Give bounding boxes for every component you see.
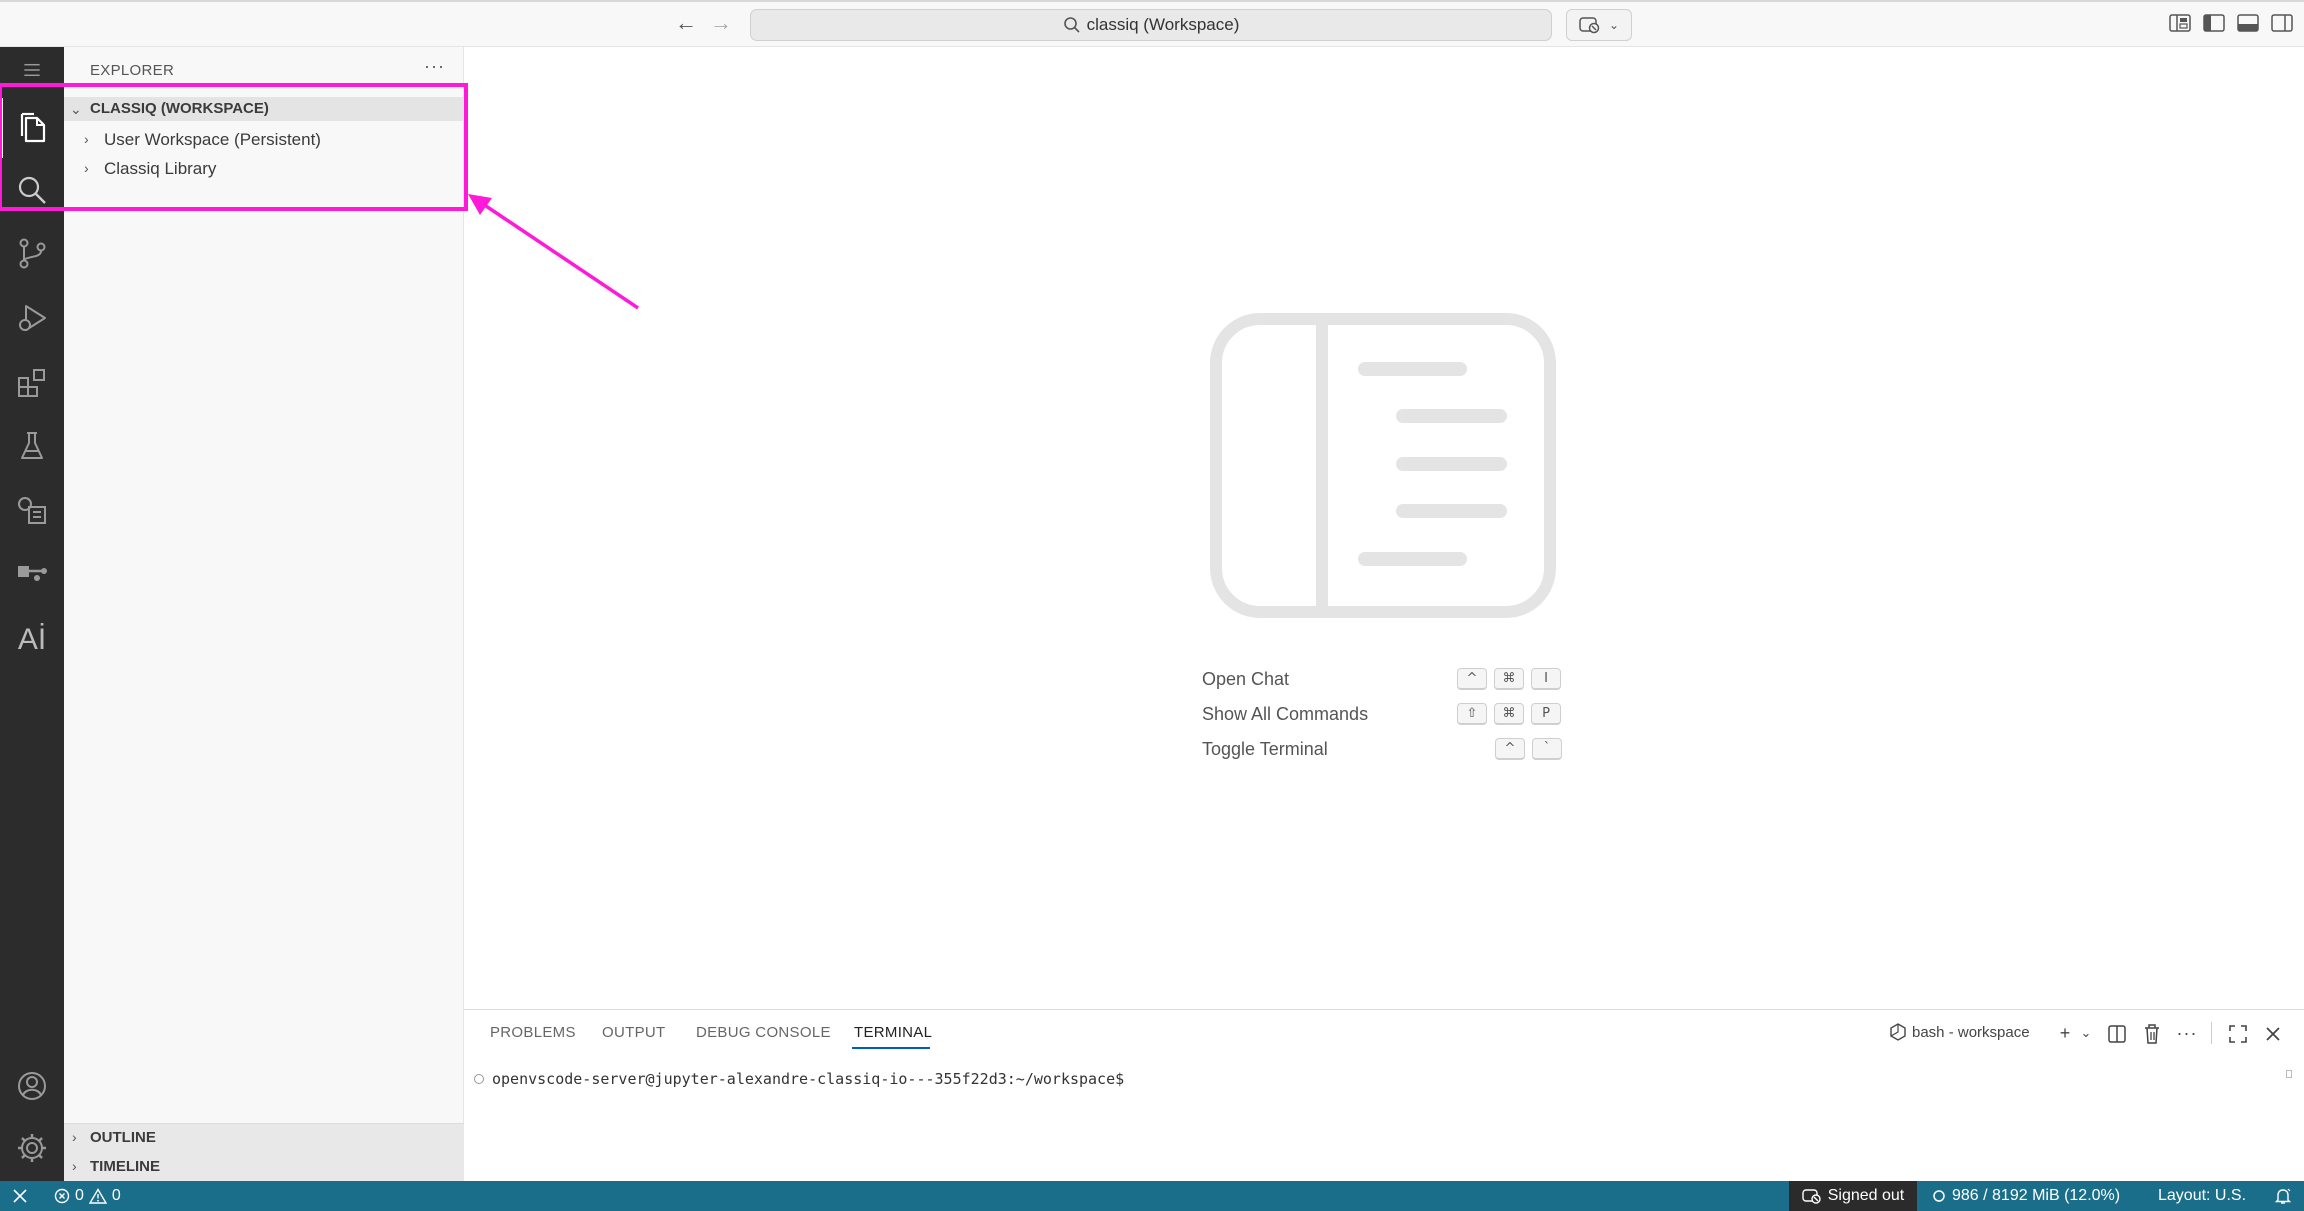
error-icon (54, 1188, 70, 1204)
testing-icon[interactable] (0, 418, 64, 474)
search-icon (1063, 17, 1080, 33)
error-count: 0 (75, 1187, 84, 1204)
more-actions-icon[interactable]: ··· (424, 56, 445, 77)
jupyter-icon[interactable] (0, 482, 64, 538)
panel-divider (2211, 1022, 2212, 1044)
memory-usage: 986 / 8192 MiB (12.0%) (1952, 1187, 2121, 1204)
gear-icon[interactable] (0, 1120, 64, 1176)
key-cap: I (1531, 668, 1561, 690)
terminal-status-icon (474, 1074, 484, 1084)
arrow-left-icon[interactable]: ← (673, 10, 699, 36)
hint-toggle-terminal[interactable]: Toggle Terminal (1202, 739, 1328, 760)
tab-terminal[interactable]: TERMINAL (854, 1024, 932, 1041)
command-center[interactable]: classiq (Workspace) (750, 9, 1552, 41)
copilot-icon (1579, 17, 1600, 34)
notifications-bell-icon[interactable] (2274, 1181, 2292, 1211)
remote-explorer-icon[interactable] (0, 545, 64, 601)
warning-icon (88, 1188, 107, 1204)
remote-indicator[interactable] (0, 1181, 40, 1211)
key-cap: P (1531, 703, 1561, 725)
accounts-icon[interactable] (0, 1058, 64, 1114)
remote-icon (13, 1189, 27, 1203)
key-cap: ` (1532, 738, 1562, 760)
terminal-scrollbar[interactable] (2286, 1070, 2292, 1078)
toggle-panel-icon[interactable] (2237, 13, 2259, 33)
copilot-button[interactable]: ⌄ (1566, 9, 1632, 41)
key-cap: ^ (1495, 738, 1525, 760)
outline-label: OUTLINE (90, 1129, 156, 1146)
timeline-label: TIMELINE (90, 1158, 160, 1175)
key-cap: ^ (1457, 668, 1487, 690)
annotation-arrow (468, 194, 639, 310)
warning-count: 0 (111, 1187, 121, 1204)
tab-problems[interactable]: PROBLEMS (490, 1024, 576, 1041)
chevron-right-icon: › (72, 1158, 77, 1174)
editor-watermark-icon (1210, 313, 1556, 618)
ai-icon[interactable]: Aİ (0, 612, 64, 668)
hint-open-chat[interactable]: Open Chat (1202, 669, 1289, 690)
copilot-icon (1802, 1189, 1821, 1204)
customize-layout-icon[interactable] (2169, 13, 2191, 33)
hint-open-chat-keys: ^ ⌘ I (1457, 668, 1561, 690)
outline-section[interactable]: › OUTLINE (64, 1126, 464, 1150)
more-actions-icon[interactable]: ··· (2175, 1021, 2199, 1045)
sidebar (64, 47, 464, 1181)
tab-output[interactable]: OUTPUT (602, 1024, 665, 1041)
arrow-right-icon[interactable]: → (708, 10, 734, 36)
memory-indicator[interactable]: 986 / 8192 MiB (12.0%) (1932, 1181, 2120, 1211)
key-cap: ⌘ (1494, 703, 1524, 725)
timeline-section[interactable]: › TIMELINE (64, 1155, 464, 1179)
trash-icon[interactable] (2142, 1023, 2162, 1045)
window-top-edge (0, 0, 2304, 2)
annotation-highlight-box (0, 83, 468, 211)
terminal-name: bash - workspace (1912, 1023, 2030, 1041)
layout-label: Layout: U.S. (2158, 1187, 2247, 1204)
maximize-panel-icon[interactable] (2228, 1024, 2248, 1044)
extensions-icon[interactable] (0, 355, 64, 411)
terminal-selector[interactable]: bash - workspace (1890, 1023, 2030, 1041)
chevron-down-icon: ⌄ (1608, 18, 1620, 32)
explorer-title: EXPLORER (90, 62, 175, 79)
hint-show-all-commands[interactable]: Show All Commands (1202, 704, 1368, 725)
toggle-primary-sidebar-icon[interactable] (2203, 13, 2225, 33)
active-tab-indicator (852, 1047, 930, 1049)
hint-show-all-commands-keys: ⇧ ⌘ P (1457, 703, 1561, 725)
terminal-bash-icon (1890, 1023, 1906, 1041)
run-and-debug-icon[interactable] (0, 290, 64, 346)
hint-toggle-terminal-keys: ^ ` (1495, 738, 1562, 760)
toggle-secondary-sidebar-icon[interactable] (2271, 13, 2293, 33)
copilot-status[interactable]: Signed out (1789, 1181, 1917, 1211)
terminal-prompt[interactable]: openvscode-server@jupyter-alexandre-clas… (492, 1070, 1124, 1088)
chevron-down-icon[interactable]: ⌄ (2074, 1021, 2098, 1045)
command-center-text: classiq (Workspace) (1086, 15, 1240, 34)
key-cap: ⌘ (1494, 668, 1524, 690)
key-cap: ⇧ (1457, 703, 1487, 725)
signed-out-label: Signed out (1827, 1187, 1905, 1204)
close-icon[interactable] (2264, 1025, 2282, 1043)
problems-indicator[interactable]: 0 0 (54, 1181, 121, 1211)
tab-debug-console[interactable]: DEBUG CONSOLE (696, 1024, 831, 1041)
keyboard-layout[interactable]: Layout: U.S. (2158, 1181, 2246, 1211)
memory-icon (1933, 1190, 1945, 1202)
chevron-right-icon: › (72, 1129, 77, 1145)
source-control-icon[interactable] (0, 225, 64, 281)
split-terminal-icon[interactable] (2107, 1024, 2127, 1044)
